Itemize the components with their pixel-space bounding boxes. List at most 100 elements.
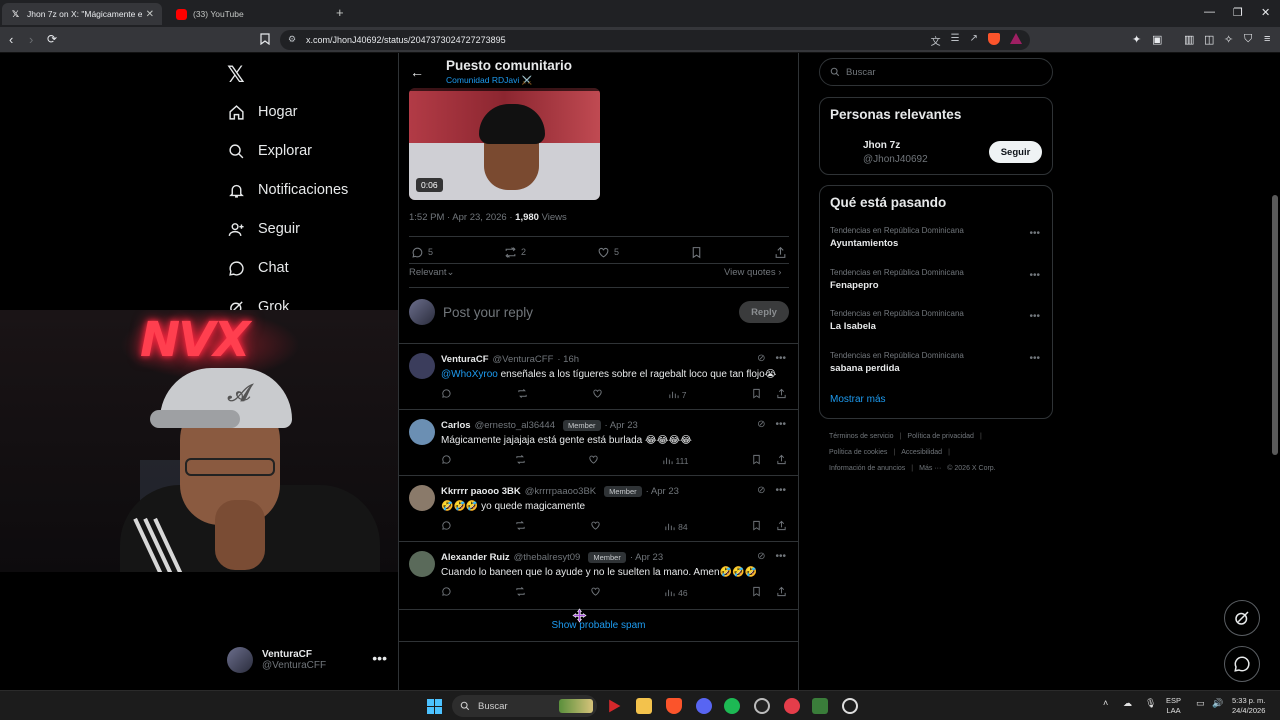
reply-author-name[interactable]: Alexander Ruiz <box>441 552 510 563</box>
share-action[interactable] <box>776 520 787 533</box>
volume-icon[interactable]: 🔊 <box>1212 698 1223 709</box>
person-name[interactable]: Jhon 7z <box>863 140 900 151</box>
avatar[interactable] <box>830 138 858 166</box>
taskbar-search[interactable]: Buscar <box>452 695 597 717</box>
scrollbar[interactable] <box>1272 195 1278 455</box>
grok-icon[interactable]: ⊘ <box>757 353 765 364</box>
show-more-link[interactable]: Mostrar más <box>830 394 886 405</box>
sidebar-toggle-icon[interactable]: ▥ <box>1184 33 1194 46</box>
accessibility-link[interactable]: Accesibilidad <box>901 449 942 456</box>
avatar[interactable] <box>409 419 435 445</box>
reader-icon[interactable]: ☰ <box>951 33 960 48</box>
more-icon[interactable]: ••• <box>775 353 786 364</box>
site-settings-icon[interactable]: ⚙ <box>288 34 296 45</box>
maximize-button[interactable]: ❐ <box>1233 6 1243 19</box>
reply-author-name[interactable]: Carlos <box>441 420 471 431</box>
avatar[interactable] <box>409 485 435 511</box>
steam-icon[interactable] <box>754 698 770 714</box>
language-indicator[interactable]: ESP LAA <box>1166 696 1181 716</box>
sidebar-item-follow[interactable]: Seguir <box>227 220 300 238</box>
repost-action[interactable] <box>515 520 526 533</box>
repost-action[interactable]: 2 <box>504 246 526 259</box>
search-input[interactable]: Buscar <box>819 58 1053 86</box>
x-logo-icon[interactable]: 𝕏 <box>227 62 245 88</box>
views-action[interactable]: 84 <box>664 521 688 532</box>
view-quotes-link[interactable]: View quotes › <box>724 267 781 278</box>
address-bar[interactable]: ⚙ x.com/JhonJ40692/status/20473730247272… <box>280 30 1030 50</box>
system-clock[interactable]: 5:33 p. m. 24/4/2026 <box>1232 696 1265 716</box>
share-action[interactable] <box>774 246 787 259</box>
bookmark-action[interactable] <box>751 388 762 401</box>
spotify-icon[interactable] <box>724 698 740 714</box>
like-action[interactable] <box>592 388 603 401</box>
more-icon[interactable]: ••• <box>775 551 786 562</box>
share-action[interactable] <box>776 586 787 599</box>
reply-item[interactable]: Kkrrrr paooo 3BK @krrrrpaaoo3BK Member ·… <box>399 475 798 541</box>
display-icon[interactable]: ▭ <box>1196 698 1205 709</box>
reply-author-handle[interactable]: @ernesto_al36444 <box>475 420 555 431</box>
translate-icon[interactable]: 文 <box>931 33 941 48</box>
views-action[interactable]: 7 <box>668 389 686 400</box>
reply-action[interactable] <box>441 388 452 401</box>
sidebar-item-home[interactable]: Hogar <box>227 103 298 121</box>
back-arrow-icon[interactable]: ← <box>410 64 424 80</box>
file-explorer-icon[interactable] <box>636 698 652 714</box>
reply-time[interactable]: · Apr 23 <box>605 420 638 431</box>
obs-icon[interactable] <box>842 698 858 714</box>
share-icon[interactable]: ↗ <box>970 33 978 48</box>
cloud-icon[interactable]: ☁ <box>1123 698 1132 709</box>
like-action[interactable] <box>590 586 601 599</box>
views-action[interactable]: 46 <box>664 587 688 598</box>
media-player-icon[interactable] <box>609 699 621 713</box>
windows-start-icon[interactable] <box>427 699 442 714</box>
grok-icon[interactable]: ⊘ <box>757 551 765 562</box>
more-link[interactable]: Más ··· <box>919 465 941 472</box>
reply-item[interactable]: VenturaCF @VenturaCFF · 16h @WhoXyroo en… <box>399 343 798 409</box>
mention-link[interactable]: @WhoXyroo <box>441 369 498 380</box>
grok-icon[interactable]: ⊘ <box>757 419 765 430</box>
reply-time[interactable]: · 16h <box>557 354 579 365</box>
sort-dropdown[interactable]: Relevant⌄ <box>409 267 454 278</box>
more-icon[interactable]: ••• <box>775 485 786 496</box>
reply-button[interactable]: Reply <box>739 301 789 323</box>
brave-shield-icon[interactable] <box>988 33 1000 45</box>
reload-button[interactable]: ⟳ <box>47 32 57 46</box>
trend-item[interactable]: Tendencias en República Dominicana Fenap… <box>830 268 964 291</box>
bookmark-action[interactable] <box>751 520 762 533</box>
forward-button[interactable]: › <box>29 32 33 47</box>
close-icon[interactable]: ✕ <box>146 9 154 20</box>
terms-link[interactable]: Términos de servicio <box>829 433 894 440</box>
reply-author-handle[interactable]: @thebalresyt09 <box>514 552 581 563</box>
reply-author-name[interactable]: VenturaCF <box>441 354 489 365</box>
sidebar-item-notifications[interactable]: Notificaciones <box>227 181 348 199</box>
account-switcher[interactable]: VenturaCF @VenturaCFF ••• <box>227 644 387 676</box>
share-action[interactable] <box>776 388 787 401</box>
more-icon[interactable]: ••• <box>1029 270 1040 281</box>
vpn-icon[interactable]: ⛉ <box>1244 33 1252 46</box>
repost-action[interactable] <box>515 454 526 467</box>
more-icon[interactable]: ••• <box>1029 228 1040 239</box>
minimize-button[interactable]: — <box>1204 6 1215 18</box>
reply-author-name[interactable]: Kkrrrr paooo 3BK <box>441 486 521 497</box>
reply-action[interactable] <box>441 520 452 533</box>
sidebar-item-chat[interactable]: Chat <box>227 259 289 277</box>
minecraft-icon[interactable] <box>812 698 828 714</box>
brave-rewards-icon[interactable] <box>1010 33 1022 44</box>
brave-browser-icon[interactable] <box>666 698 682 714</box>
extensions-icon[interactable]: ✦ <box>1132 33 1141 46</box>
more-icon[interactable]: ••• <box>1029 311 1040 322</box>
trend-item[interactable]: Tendencias en República Dominicana La Is… <box>830 309 964 332</box>
trend-item[interactable]: Tendencias en República Dominicana saban… <box>830 351 964 374</box>
reply-action[interactable] <box>441 586 452 599</box>
wallet-icon[interactable]: ▣ <box>1152 33 1162 46</box>
new-tab-button[interactable]: + <box>336 5 344 20</box>
more-icon[interactable]: ••• <box>1029 353 1040 364</box>
follow-button[interactable]: Seguir <box>989 141 1042 163</box>
reply-time[interactable]: · Apr 23 <box>646 486 679 497</box>
reply-item[interactable]: Alexander Ruiz @thebalresyt09 Member · A… <box>399 541 798 607</box>
tab-youtube[interactable]: (33) YouTube <box>168 3 328 25</box>
reply-author-handle[interactable]: @krrrrpaaoo3BK <box>525 486 596 497</box>
app-icon[interactable] <box>784 698 800 714</box>
ads-info-link[interactable]: Información de anuncios <box>829 465 905 472</box>
bookmark-action[interactable] <box>751 454 762 467</box>
